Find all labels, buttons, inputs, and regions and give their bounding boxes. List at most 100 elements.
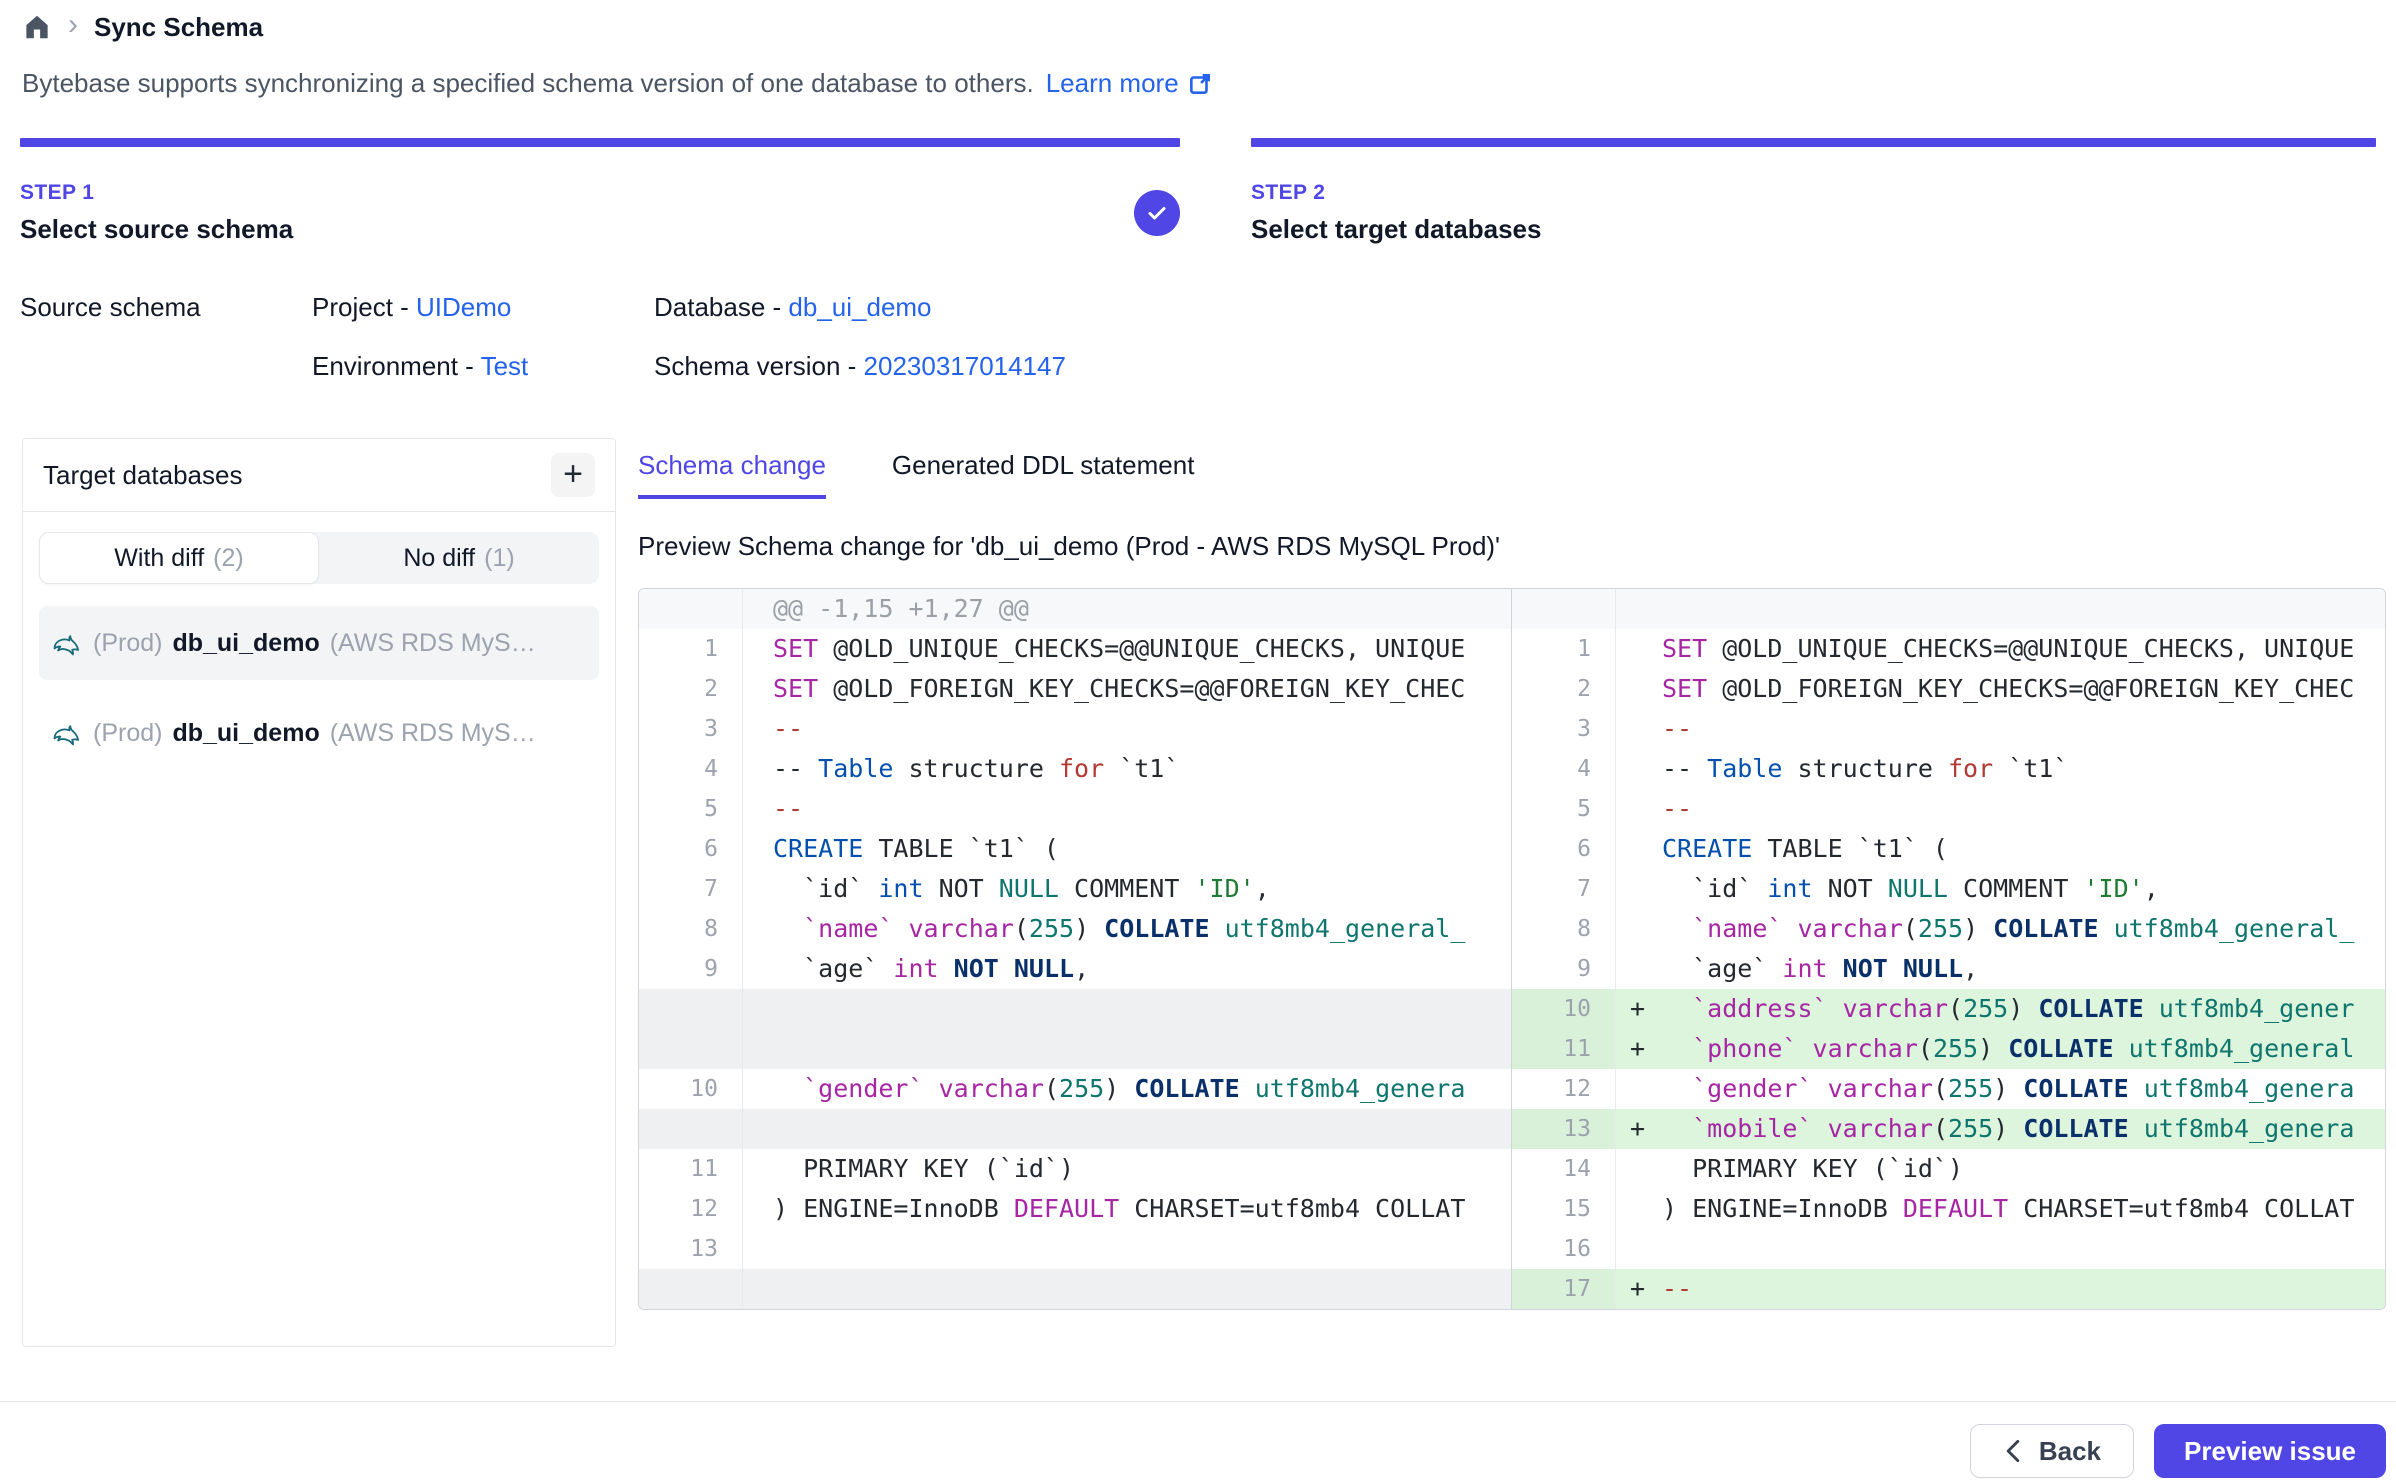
line-number: 5 xyxy=(1512,789,1616,829)
database-environment: (Prod) xyxy=(93,719,162,748)
breadcrumb-separator-icon: › xyxy=(68,10,78,44)
add-target-database-button[interactable]: + xyxy=(551,453,595,497)
learn-more-label[interactable]: Learn more xyxy=(1046,68,1179,99)
database-name: db_ui_demo xyxy=(172,719,319,748)
step-2-title: Select target databases xyxy=(1251,214,1541,245)
code-line: -- xyxy=(743,789,1511,829)
line-number: 3 xyxy=(1512,709,1616,749)
diff-row: 8 `name` varchar(255) COLLATE utf8mb4_ge… xyxy=(1512,909,2385,949)
source-field-name: Environment - xyxy=(312,351,481,381)
line-number xyxy=(639,989,743,1029)
code-line: CREATE TABLE `t1` ( xyxy=(1662,829,2385,869)
code-line: CREATE TABLE `t1` ( xyxy=(743,829,1511,869)
diff-sign xyxy=(1616,1149,1662,1189)
line-number: 9 xyxy=(1512,949,1616,989)
diff-row: 11 PRIMARY KEY (`id`) xyxy=(639,1149,1511,1189)
filter-tab-with-diff[interactable]: With diff(2) xyxy=(39,532,319,584)
tab-schema-change[interactable]: Schema change xyxy=(638,450,826,499)
diff-sign xyxy=(1616,709,1662,749)
diff-row: 13+ `mobile` varchar(255) COLLATE utf8mb… xyxy=(1512,1109,2385,1149)
source-field: Schema version - 20230317014147 xyxy=(654,351,1066,382)
back-button[interactable]: Back xyxy=(1970,1424,2134,1478)
line-number: 16 xyxy=(1512,1229,1616,1269)
diff-filter-tabs: With diff(2)No diff(1) xyxy=(39,532,599,584)
code-line: `gender` varchar(255) COLLATE utf8mb4_ge… xyxy=(743,1069,1511,1109)
line-number: 3 xyxy=(639,709,743,749)
line-number: 17 xyxy=(1512,1269,1616,1309)
line-number: 13 xyxy=(1512,1109,1616,1149)
diff-pane-source[interactable]: @@ -1,15 +1,27 @@1SET @OLD_UNIQUE_CHECKS… xyxy=(639,589,1512,1309)
code-line xyxy=(743,1229,1511,1269)
line-number: 4 xyxy=(1512,749,1616,789)
line-number xyxy=(1512,589,1616,629)
source-field: Environment - Test xyxy=(312,351,654,382)
code-line: `name` varchar(255) COLLATE utf8mb4_gene… xyxy=(743,909,1511,949)
filter-tab-no-diff[interactable]: No diff(1) xyxy=(319,532,599,584)
breadcrumb: › Sync Schema xyxy=(22,10,263,44)
source-field-value[interactable]: UIDemo xyxy=(416,292,511,322)
diff-row: 5-- xyxy=(639,789,1511,829)
code-line xyxy=(1662,589,2385,629)
step-2-label: STEP 2 xyxy=(1251,181,1541,205)
line-number: 11 xyxy=(639,1149,743,1189)
target-database-item[interactable]: (Prod) db_ui_demo (AWS RDS MyS… xyxy=(39,696,599,770)
diff-pane-target[interactable]: 1SET @OLD_UNIQUE_CHECKS=@@UNIQUE_CHECKS,… xyxy=(1512,589,2385,1309)
home-icon[interactable] xyxy=(22,12,52,42)
code-line: -- xyxy=(1662,789,2385,829)
diff-sign xyxy=(1616,669,1662,709)
code-line: PRIMARY KEY (`id`) xyxy=(1662,1149,2385,1189)
diff-row: 16 xyxy=(1512,1229,2385,1269)
main-content: Target databases + With diff(2)No diff(1… xyxy=(22,438,2386,1347)
line-number: 2 xyxy=(639,669,743,709)
line-number: 9 xyxy=(639,949,743,989)
diff-row: 12) ENGINE=InnoDB DEFAULT CHARSET=utf8mb… xyxy=(639,1189,1511,1229)
source-schema-label: Source schema xyxy=(20,292,312,382)
code-line: ) ENGINE=InnoDB DEFAULT CHARSET=utf8mb4 … xyxy=(743,1189,1511,1229)
source-field-value[interactable]: db_ui_demo xyxy=(788,292,931,322)
line-number: 1 xyxy=(639,629,743,669)
diff-row: 6CREATE TABLE `t1` ( xyxy=(639,829,1511,869)
page-title: Sync Schema xyxy=(94,12,263,43)
diff-row xyxy=(639,1269,1511,1309)
filter-tab-count: (2) xyxy=(213,544,244,573)
database-instance: (AWS RDS MyS… xyxy=(330,719,536,748)
diff-row xyxy=(639,1109,1511,1149)
learn-more-link[interactable]: Learn more xyxy=(1046,68,1213,99)
code-line xyxy=(1662,1229,2385,1269)
back-button-label: Back xyxy=(2039,1436,2101,1467)
diff-sign: + xyxy=(1616,1109,1662,1149)
diff-row: 6CREATE TABLE `t1` ( xyxy=(1512,829,2385,869)
code-line: -- Table structure for `t1` xyxy=(1662,749,2385,789)
diff-row: 15) ENGINE=InnoDB DEFAULT CHARSET=utf8mb… xyxy=(1512,1189,2385,1229)
code-line: ) ENGINE=InnoDB DEFAULT CHARSET=utf8mb4 … xyxy=(1662,1189,2385,1229)
step-1-progress-bar xyxy=(20,138,1180,147)
tab-generated-ddl-statement[interactable]: Generated DDL statement xyxy=(892,450,1195,499)
diff-row: 10 `gender` varchar(255) COLLATE utf8mb4… xyxy=(639,1069,1511,1109)
code-line: `address` varchar(255) COLLATE utf8mb4_g… xyxy=(1662,989,2385,1029)
diff-row xyxy=(639,1029,1511,1069)
diff-sign xyxy=(1616,829,1662,869)
description-text: Bytebase supports synchronizing a specif… xyxy=(22,68,1034,99)
target-database-item[interactable]: (Prod)db_ui_demo(AWS RDS MyS… xyxy=(39,606,599,680)
code-line: PRIMARY KEY (`id`) xyxy=(743,1149,1511,1189)
database-environment: (Prod) xyxy=(93,629,162,658)
line-number: 7 xyxy=(1512,869,1616,909)
diff-sign xyxy=(1616,949,1662,989)
diff-row: 5 -- xyxy=(1512,789,2385,829)
diff-row: 7 `id` int NOT NULL COMMENT 'ID', xyxy=(639,869,1511,909)
line-number: 7 xyxy=(639,869,743,909)
line-number: 13 xyxy=(639,1229,743,1269)
source-field-value[interactable]: Test xyxy=(481,351,529,381)
code-line: `gender` varchar(255) COLLATE utf8mb4_ge… xyxy=(1662,1069,2385,1109)
code-line: -- xyxy=(1662,1269,2385,1309)
preview-issue-button[interactable]: Preview issue xyxy=(2154,1424,2386,1478)
code-line: SET @OLD_FOREIGN_KEY_CHECKS=@@FOREIGN_KE… xyxy=(1662,669,2385,709)
code-line: SET @OLD_FOREIGN_KEY_CHECKS=@@FOREIGN_KE… xyxy=(743,669,1511,709)
step-1: STEP 1 Select source schema xyxy=(20,138,1180,245)
code-line: `id` int NOT NULL COMMENT 'ID', xyxy=(1662,869,2385,909)
line-number: 8 xyxy=(1512,909,1616,949)
source-field-value[interactable]: 20230317014147 xyxy=(864,351,1066,381)
code-line: SET @OLD_UNIQUE_CHECKS=@@UNIQUE_CHECKS, … xyxy=(743,629,1511,669)
source-field: Project - UIDemo xyxy=(312,292,654,323)
line-number: 10 xyxy=(639,1069,743,1109)
